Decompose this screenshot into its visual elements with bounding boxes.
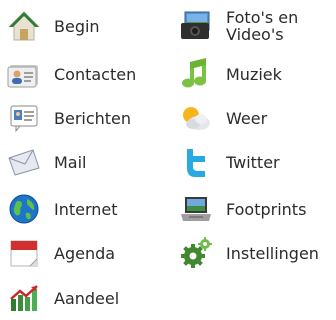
menu-item-label: Foto's en Video's [226, 8, 299, 44]
menu-item-footprints[interactable]: Footprints [178, 187, 306, 231]
menu-item-muziek[interactable]: Muziek [178, 52, 282, 96]
menu-item-contacten[interactable]: Contacten [6, 52, 136, 96]
settings-gears-icon [178, 235, 214, 271]
app-menu: Begin Contacten Berichten Mail Internet … [0, 0, 336, 312]
menu-item-label: Contacten [54, 64, 137, 84]
menu-item-label: Mail [54, 152, 87, 172]
twitter-icon [178, 144, 214, 180]
menu-item-internet[interactable]: Internet [6, 187, 118, 231]
menu-item-label: Weer [226, 108, 268, 128]
home-icon [6, 8, 42, 44]
music-note-icon [178, 56, 214, 92]
messages-icon [6, 100, 42, 136]
menu-item-twitter[interactable]: Twitter [178, 140, 280, 184]
menu-item-label: Twitter [226, 152, 280, 172]
camera-photos-icon [178, 8, 214, 44]
menu-item-agenda[interactable]: Agenda [6, 231, 115, 275]
menu-item-label: Berichten [54, 108, 132, 128]
contacts-card-icon [6, 56, 42, 92]
menu-item-label: Agenda [54, 243, 116, 263]
menu-item-weer[interactable]: Weer [178, 96, 267, 140]
globe-icon [6, 191, 42, 227]
menu-item-mail[interactable]: Mail [6, 140, 87, 184]
stocks-chart-icon [6, 280, 42, 316]
footprints-laptop-icon [178, 191, 214, 227]
menu-item-label: Footprints [226, 199, 307, 219]
menu-item-label: Instellingen [226, 243, 319, 263]
weather-cloud-sun-icon [178, 100, 214, 136]
menu-item-label: Aandeel [54, 288, 120, 308]
menu-item-instellingen[interactable]: Instellingen [178, 231, 319, 275]
menu-item-begin[interactable]: Begin [6, 4, 100, 48]
menu-item-label: Muziek [226, 64, 282, 84]
menu-item-fotos-en-videos[interactable]: Foto's en Video's [178, 4, 316, 48]
menu-item-berichten[interactable]: Berichten [6, 96, 131, 140]
menu-item-label: Internet [54, 199, 118, 219]
calendar-icon [6, 235, 42, 271]
mail-envelope-icon [6, 144, 42, 180]
menu-item-aandeel[interactable]: Aandeel [6, 276, 119, 320]
menu-item-label: Begin [54, 16, 100, 36]
